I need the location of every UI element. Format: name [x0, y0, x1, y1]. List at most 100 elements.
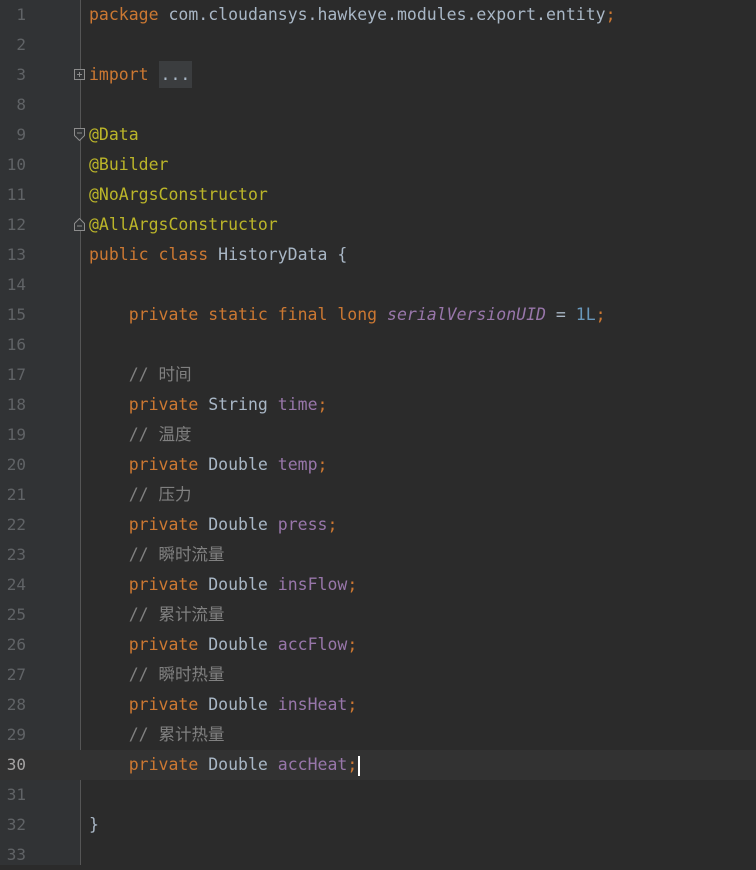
code-text: private Double press; [89, 510, 338, 540]
code-line[interactable]: 14 [0, 270, 756, 300]
keyword-token: import [89, 65, 159, 84]
keyword-token: ; [595, 305, 606, 324]
code-line[interactable]: 31 [0, 780, 756, 810]
fold-collapse-icon[interactable] [74, 128, 85, 141]
identifier-token [89, 575, 129, 594]
comment-token: // 累计热量 [89, 725, 225, 744]
field-name-token: accHeat [277, 755, 348, 774]
line-number: 30 [6, 755, 26, 774]
code-line[interactable]: 21 // 压力 [0, 480, 756, 510]
code-line[interactable]: 17 // 时间 [0, 360, 756, 390]
line-number: 16 [6, 335, 26, 354]
line-number: 23 [6, 545, 26, 564]
code-line[interactable]: 28 private Double insHeat; [0, 690, 756, 720]
code-line[interactable]: 30 private Double accHeat; [0, 750, 756, 780]
code-text: private Double temp; [89, 450, 328, 480]
keyword-token: private [128, 515, 209, 534]
code-line[interactable]: 20 private Double temp; [0, 450, 756, 480]
code-line[interactable]: 13 public class HistoryData { [0, 240, 756, 270]
code-line[interactable]: 18 private String time; [0, 390, 756, 420]
line-number: 19 [6, 425, 26, 444]
field-name-token: accFlow [277, 635, 348, 654]
fold-expand-icon[interactable] [74, 68, 85, 81]
keyword-token: private [128, 755, 209, 774]
code-text: } [89, 810, 99, 840]
keyword-token: ; [347, 575, 358, 594]
code-line[interactable]: 33 [0, 840, 756, 870]
identifier-token [89, 755, 129, 774]
code-line[interactable]: 9 @Data [0, 120, 756, 150]
code-line[interactable]: 10 @Builder [0, 150, 756, 180]
code-text: @Builder [89, 150, 168, 180]
code-line[interactable]: 3 import ... [0, 60, 756, 90]
keyword-token: ; [605, 5, 616, 24]
number-literal-token: 1L [575, 305, 596, 324]
identifier-token [89, 395, 129, 414]
code-text: import ... [89, 60, 193, 90]
code-editor[interactable]: 1 package com.cloudansys.hawkeye.modules.… [0, 0, 756, 865]
identifier-token: Double [208, 755, 278, 774]
code-line[interactable]: 8 [0, 90, 756, 120]
code-text: private Double accFlow; [89, 630, 358, 660]
identifier-token: Double [208, 695, 278, 714]
keyword-token: ; [347, 635, 358, 654]
line-number: 24 [6, 575, 26, 594]
keyword-token: private [128, 695, 209, 714]
code-line[interactable]: 19 // 温度 [0, 420, 756, 450]
code-line[interactable]: 16 [0, 330, 756, 360]
code-text: @AllArgsConstructor [89, 210, 278, 240]
comment-token: // 累计流量 [89, 605, 225, 624]
code-text: // 累计流量 [89, 600, 225, 630]
code-text: @NoArgsConstructor [89, 180, 268, 210]
identifier-token [89, 305, 129, 324]
field-name-token: insHeat [277, 695, 348, 714]
code-line[interactable]: 24 private Double insFlow; [0, 570, 756, 600]
code-line[interactable]: 32} [0, 810, 756, 840]
line-number: 2 [16, 35, 26, 54]
line-number: 10 [6, 155, 26, 174]
code-text: private Double insFlow; [89, 570, 358, 600]
field-name-token: temp [277, 455, 318, 474]
line-number: 22 [6, 515, 26, 534]
code-line[interactable]: 23 // 瞬时流量 [0, 540, 756, 570]
line-number: 13 [6, 245, 26, 264]
code-text: private String time; [89, 390, 328, 420]
line-number: 8 [16, 95, 26, 114]
code-line[interactable]: 1 package com.cloudansys.hawkeye.modules.… [0, 0, 756, 30]
code-text: // 压力 [89, 480, 192, 510]
field-name-token: insFlow [277, 575, 348, 594]
keyword-token: ; [317, 395, 328, 414]
annotation-token: @AllArgsConstructor [89, 215, 278, 234]
line-number: 9 [16, 125, 26, 144]
identifier-token [89, 515, 129, 534]
fold-end-icon[interactable] [74, 218, 85, 231]
code-line[interactable]: 2 [0, 30, 756, 60]
line-number: 12 [6, 215, 26, 234]
keyword-token: public class [89, 245, 219, 264]
code-line[interactable]: 26 private Double accFlow; [0, 630, 756, 660]
code-line[interactable]: 25 // 累计流量 [0, 600, 756, 630]
line-number: 1 [16, 5, 26, 24]
line-number: 27 [6, 665, 26, 684]
code-text: private Double accHeat; [89, 750, 361, 780]
code-line[interactable]: 22 private Double press; [0, 510, 756, 540]
code-text: // 温度 [89, 420, 192, 450]
line-number: 20 [6, 455, 26, 474]
keyword-token: ; [347, 755, 358, 774]
line-number: 3 [16, 65, 26, 84]
code-line[interactable]: 11 @NoArgsConstructor [0, 180, 756, 210]
identifier-token: HistoryData { [218, 245, 348, 264]
code-line[interactable]: 15 private static final long serialVersi… [0, 300, 756, 330]
identifier-token: com.cloudansys.hawkeye.modules.export.en… [168, 5, 606, 24]
collapsed-imports-token[interactable]: ... [158, 61, 193, 88]
code-line[interactable]: 12 @AllArgsConstructor [0, 210, 756, 240]
code-text: private Double insHeat; [89, 690, 358, 720]
comment-token: // 温度 [89, 425, 192, 444]
keyword-token: private [128, 455, 209, 474]
code-text: // 瞬时流量 [89, 540, 225, 570]
keyword-token: private [128, 635, 209, 654]
keyword-token: package [89, 5, 169, 24]
keyword-token: private static final long [128, 305, 388, 324]
code-line[interactable]: 27 // 瞬时热量 [0, 660, 756, 690]
code-line[interactable]: 29 // 累计热量 [0, 720, 756, 750]
